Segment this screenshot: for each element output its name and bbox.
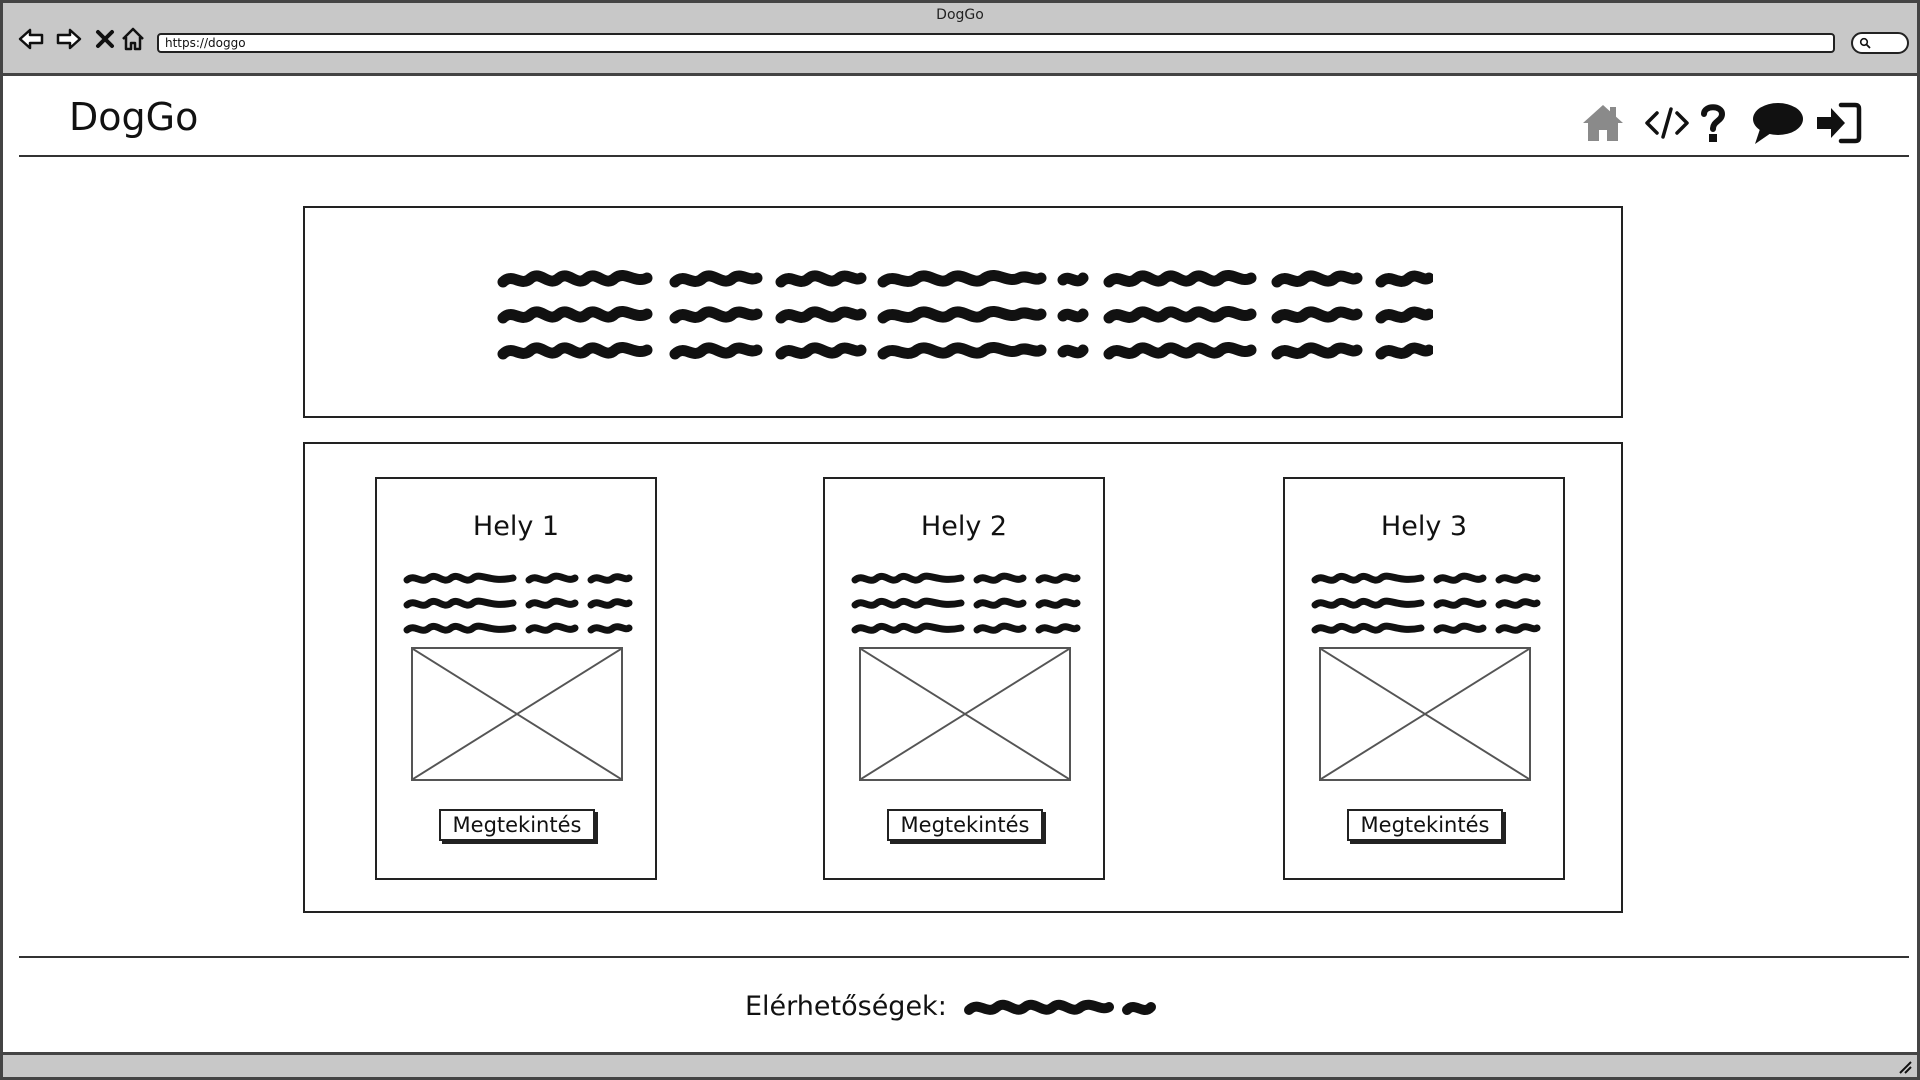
contacts-placeholder bbox=[963, 999, 1156, 1015]
footer: Elérhetőségek: bbox=[745, 986, 1159, 1026]
scribble-line bbox=[497, 342, 1433, 360]
browser-search-box[interactable] bbox=[1851, 32, 1909, 54]
scribble-line bbox=[851, 572, 1081, 584]
site-logo[interactable]: DogGo bbox=[69, 95, 198, 139]
scribble-line bbox=[851, 597, 1081, 609]
contacts-label: Elérhetőségek: bbox=[745, 990, 947, 1022]
address-bar[interactable]: https://doggo bbox=[157, 33, 1835, 53]
card-title: Hely 1 bbox=[472, 511, 560, 542]
scribble-line bbox=[497, 270, 1433, 288]
home-icon[interactable] bbox=[1579, 99, 1627, 147]
places-panel: Hely 1 Megtekintés Hely 2 Megtekintés He… bbox=[303, 442, 1623, 913]
forward-icon[interactable] bbox=[55, 25, 83, 53]
resize-grip-icon[interactable] bbox=[1897, 1059, 1913, 1075]
card-text-placeholder bbox=[1311, 565, 1541, 640]
view-button[interactable]: Megtekintés bbox=[887, 809, 1043, 841]
image-placeholder bbox=[1319, 647, 1531, 781]
code-icon[interactable] bbox=[1643, 99, 1691, 147]
place-card: Hely 2 Megtekintés bbox=[823, 477, 1105, 880]
browser-toolbar: DogGo https://doggo bbox=[3, 3, 1917, 76]
browser-statusbar bbox=[3, 1052, 1917, 1077]
help-icon[interactable] bbox=[1697, 99, 1729, 147]
view-button[interactable]: Megtekintés bbox=[439, 809, 595, 841]
card-title: Hely 2 bbox=[920, 511, 1008, 542]
card-title: Hely 3 bbox=[1380, 511, 1468, 542]
image-placeholder bbox=[411, 647, 623, 781]
sign-in-icon[interactable] bbox=[1815, 99, 1863, 147]
scribble-line bbox=[851, 622, 1081, 634]
scribble-line bbox=[1311, 597, 1541, 609]
scribble-line bbox=[403, 597, 633, 609]
intro-text-placeholder bbox=[497, 260, 1433, 368]
scribble-line bbox=[1311, 572, 1541, 584]
scribble-line bbox=[403, 572, 633, 584]
scribble-line bbox=[403, 622, 633, 634]
intro-panel bbox=[303, 206, 1623, 418]
home-nav-icon[interactable] bbox=[119, 25, 147, 53]
view-button[interactable]: Megtekintés bbox=[1347, 809, 1503, 841]
search-icon bbox=[1859, 37, 1871, 49]
card-text-placeholder bbox=[403, 565, 633, 640]
chat-icon[interactable] bbox=[1751, 99, 1805, 147]
header-nav bbox=[1579, 99, 1869, 149]
place-card: Hely 1 Megtekintés bbox=[375, 477, 657, 880]
scribble-line bbox=[1311, 622, 1541, 634]
header-divider bbox=[19, 155, 1909, 157]
scribble-line bbox=[497, 306, 1433, 324]
place-card: Hely 3 Megtekintés bbox=[1283, 477, 1565, 880]
back-icon[interactable] bbox=[17, 25, 45, 53]
image-placeholder bbox=[859, 647, 1071, 781]
card-text-placeholder bbox=[851, 565, 1081, 640]
stop-icon[interactable] bbox=[91, 25, 119, 53]
browser-window: DogGo https://doggo DogGo Hely 1 Megteki… bbox=[0, 0, 1920, 1080]
footer-divider bbox=[19, 956, 1909, 958]
window-title: DogGo bbox=[936, 7, 984, 23]
